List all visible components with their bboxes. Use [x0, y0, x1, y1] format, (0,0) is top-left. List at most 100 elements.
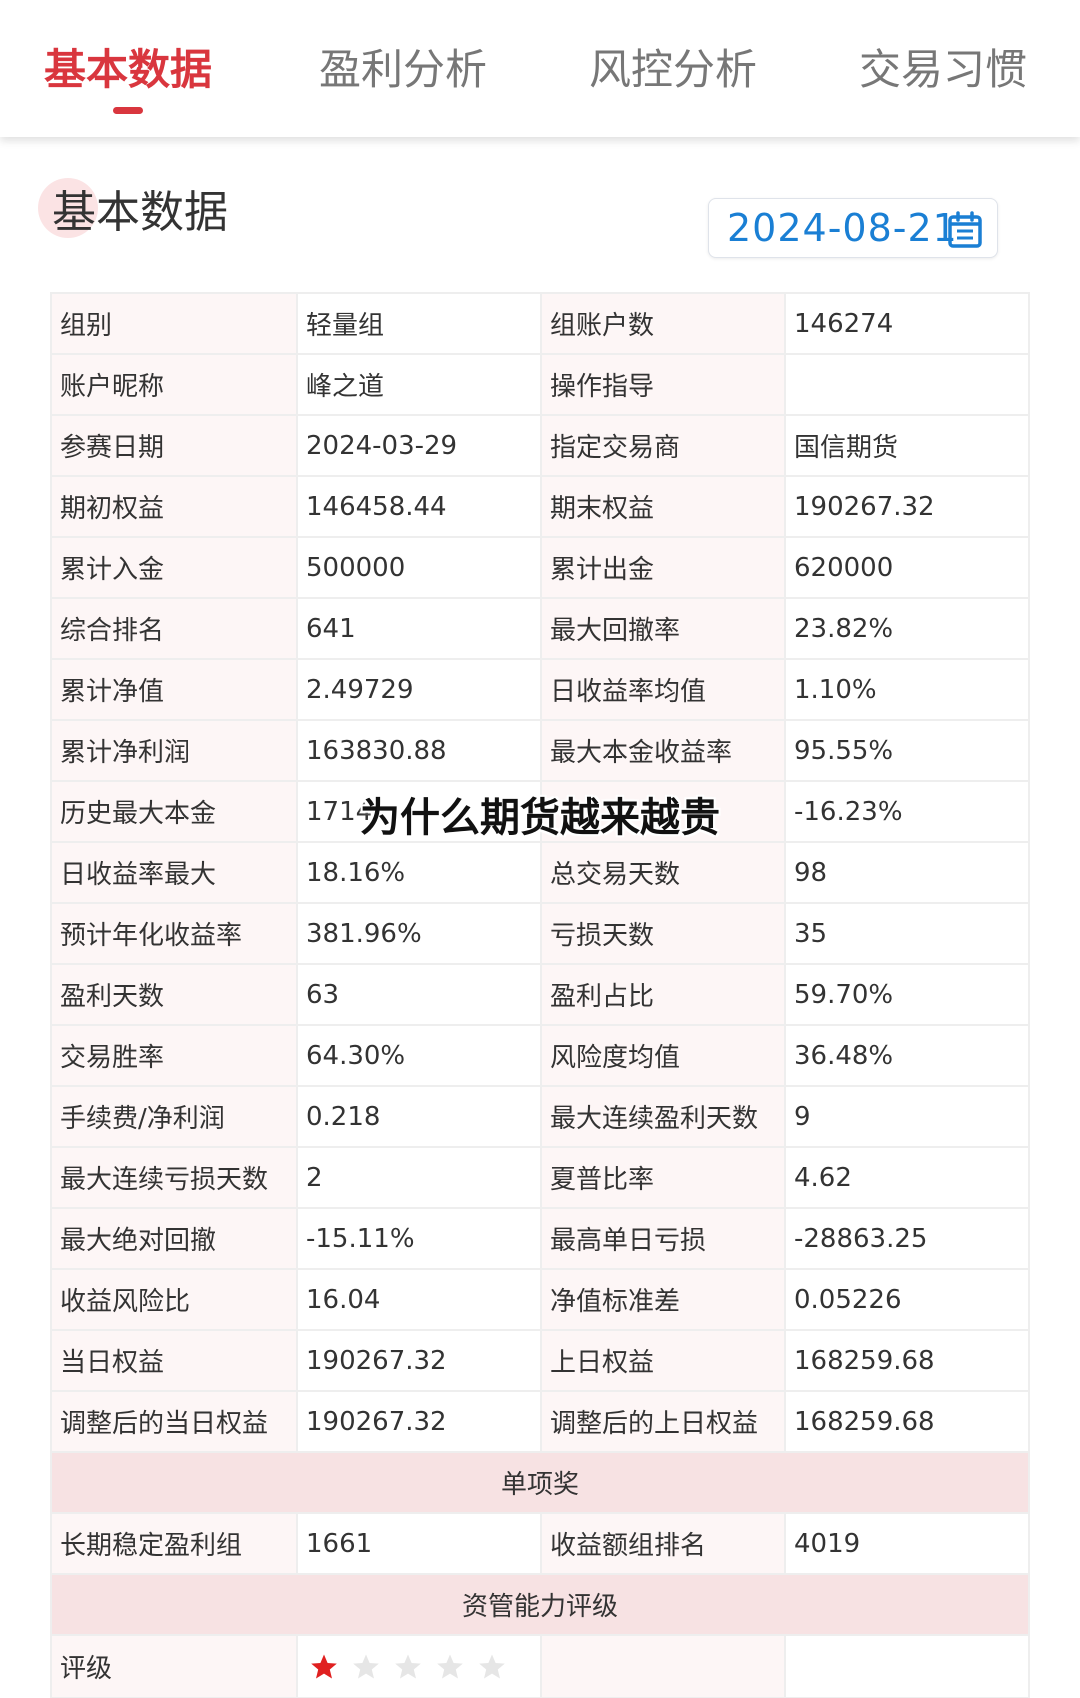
table-row: 账户昵称 峰之道 操作指导 — [52, 355, 1028, 416]
cell-value: 2 — [296, 1148, 540, 1207]
tab-label: 交易习惯 — [859, 45, 1028, 94]
cell-label: 风险度均值 — [540, 1026, 784, 1085]
cell-value: -28863.25 — [784, 1209, 1028, 1268]
cell-label: 当日权益 — [52, 1331, 296, 1390]
cell-label: 累计出金 — [540, 538, 784, 597]
cell-label: 组别 — [52, 294, 296, 353]
table-row: 参赛日期 2024-03-29 指定交易商 国信期货 — [52, 416, 1028, 477]
rating-section-row: 资管能力评级 — [52, 1575, 1028, 1636]
table-row: 累计净利润 163830.88 最大本金收益率 95.55% — [52, 721, 1028, 782]
rating-row: 评级 — [52, 1636, 1028, 1697]
cell-value: 168259.68 — [784, 1392, 1028, 1451]
cell-label: 最大绝对回撤 — [52, 1209, 296, 1268]
cell-label: 调整后的上日权益 — [540, 1392, 784, 1451]
cell-label: 操作指导 — [540, 355, 784, 414]
cell-label: 期末权益 — [540, 477, 784, 536]
table-row: 最大连续亏损天数 2 夏普比率 4.62 — [52, 1148, 1028, 1209]
star-empty-icon — [479, 1654, 505, 1678]
cell-value: 9 — [784, 1087, 1028, 1146]
table-row: 历史最大本金 1714 -16.23% — [52, 782, 1028, 843]
cell-value: 16.04 — [296, 1270, 540, 1329]
tab-basic-data[interactable]: 基本数据 — [44, 36, 212, 116]
tab-profit-analysis[interactable]: 盈利分析 — [319, 36, 487, 116]
cell-label: 交易胜率 — [52, 1026, 296, 1085]
cell-value: 190267.32 — [296, 1392, 540, 1451]
cell-value: 98 — [784, 843, 1028, 902]
cell-label: 最大回撤率 — [540, 599, 784, 658]
cell-label: 评级 — [52, 1636, 296, 1697]
table-row: 累计入金 500000 累计出金 620000 — [52, 538, 1028, 599]
cell-label: 预计年化收益率 — [52, 904, 296, 963]
cell-label: 上日权益 — [540, 1331, 784, 1390]
cell-value: 163830.88 — [296, 721, 540, 780]
star-empty-icon — [353, 1654, 379, 1678]
tab-label: 盈利分析 — [319, 45, 488, 94]
star-filled-icon — [311, 1654, 337, 1678]
cell-empty — [540, 1636, 784, 1697]
cell-label: 总交易天数 — [540, 843, 784, 902]
cell-value: 620000 — [784, 538, 1028, 597]
cell-label — [540, 782, 784, 841]
cell-label: 收益风险比 — [52, 1270, 296, 1329]
star-empty-icon — [395, 1654, 421, 1678]
cell-value: -15.11% — [296, 1209, 540, 1268]
cell-value: 146458.44 — [296, 477, 540, 536]
cell-label: 综合排名 — [52, 599, 296, 658]
cell-label: 日收益率最大 — [52, 843, 296, 902]
cell-label: 累计净利润 — [52, 721, 296, 780]
cell-value: 4019 — [784, 1514, 1028, 1573]
table-row: 手续费/净利润 0.218 最大连续盈利天数 9 — [52, 1087, 1028, 1148]
award-section-row: 单项奖 — [52, 1453, 1028, 1514]
cell-value: 23.82% — [784, 599, 1028, 658]
basic-data-table: 组别 轻量组 组账户数 146274 账户昵称 峰之道 操作指导 参赛日期 2024-03-29… — [50, 292, 1030, 1698]
cell-value: 35 — [784, 904, 1028, 963]
cell-value: 0.05226 — [784, 1270, 1028, 1329]
cell-label: 指定交易商 — [540, 416, 784, 475]
cell-value: 190267.32 — [296, 1331, 540, 1390]
cell-value — [784, 355, 1028, 414]
table-row: 组别 轻量组 组账户数 146274 — [52, 294, 1028, 355]
cell-label: 最大连续盈利天数 — [540, 1087, 784, 1146]
cell-value: 500000 — [296, 538, 540, 597]
cell-value: 146274 — [784, 294, 1028, 353]
cell-value: 63 — [296, 965, 540, 1024]
tab-label: 基本数据 — [44, 45, 213, 94]
table-row: 调整后的当日权益 190267.32 调整后的上日权益 168259.68 — [52, 1392, 1028, 1453]
cell-value: 95.55% — [784, 721, 1028, 780]
cell-value: 190267.32 — [784, 477, 1028, 536]
table-row: 盈利天数 63 盈利占比 59.70% — [52, 965, 1028, 1026]
table-row: 最大绝对回撤 -15.11% 最高单日亏损 -28863.25 — [52, 1209, 1028, 1270]
active-tab-indicator — [113, 107, 143, 114]
cell-label: 最大本金收益率 — [540, 721, 784, 780]
cell-value: 381.96% — [296, 904, 540, 963]
table-row: 综合排名 641 最大回撤率 23.82% — [52, 599, 1028, 660]
table-row: 期初权益 146458.44 期末权益 190267.32 — [52, 477, 1028, 538]
cell-value: 36.48% — [784, 1026, 1028, 1085]
star-empty-icon — [437, 1654, 463, 1678]
section-row-title: 单项奖 — [52, 1453, 1028, 1512]
tab-trading-habits[interactable]: 交易习惯 — [859, 36, 1027, 116]
rating-stars — [296, 1636, 540, 1697]
cell-label: 亏损天数 — [540, 904, 784, 963]
cell-label: 累计入金 — [52, 538, 296, 597]
cell-label: 日收益率均值 — [540, 660, 784, 719]
calendar-icon — [948, 211, 982, 248]
section-title: 基本数据 — [52, 187, 228, 238]
cell-empty — [784, 1636, 1028, 1697]
cell-label: 调整后的当日权益 — [52, 1392, 296, 1451]
table-row: 日收益率最大 18.16% 总交易天数 98 — [52, 843, 1028, 904]
table-row: 长期稳定盈利组 1661 收益额组排名 4019 — [52, 1514, 1028, 1575]
cell-value: 18.16% — [296, 843, 540, 902]
cell-label: 夏普比率 — [540, 1148, 784, 1207]
cell-label: 收益额组排名 — [540, 1514, 784, 1573]
table-row: 当日权益 190267.32 上日权益 168259.68 — [52, 1331, 1028, 1392]
table-row: 收益风险比 16.04 净值标准差 0.05226 — [52, 1270, 1028, 1331]
table-row: 预计年化收益率 381.96% 亏损天数 35 — [52, 904, 1028, 965]
tab-risk-analysis[interactable]: 风控分析 — [589, 36, 757, 116]
cell-label: 净值标准差 — [540, 1270, 784, 1329]
cell-label: 最大连续亏损天数 — [52, 1148, 296, 1207]
date-picker[interactable]: 2024-08-21 — [708, 198, 998, 258]
cell-value: 1.10% — [784, 660, 1028, 719]
tab-label: 风控分析 — [589, 45, 758, 94]
cell-label: 最高单日亏损 — [540, 1209, 784, 1268]
